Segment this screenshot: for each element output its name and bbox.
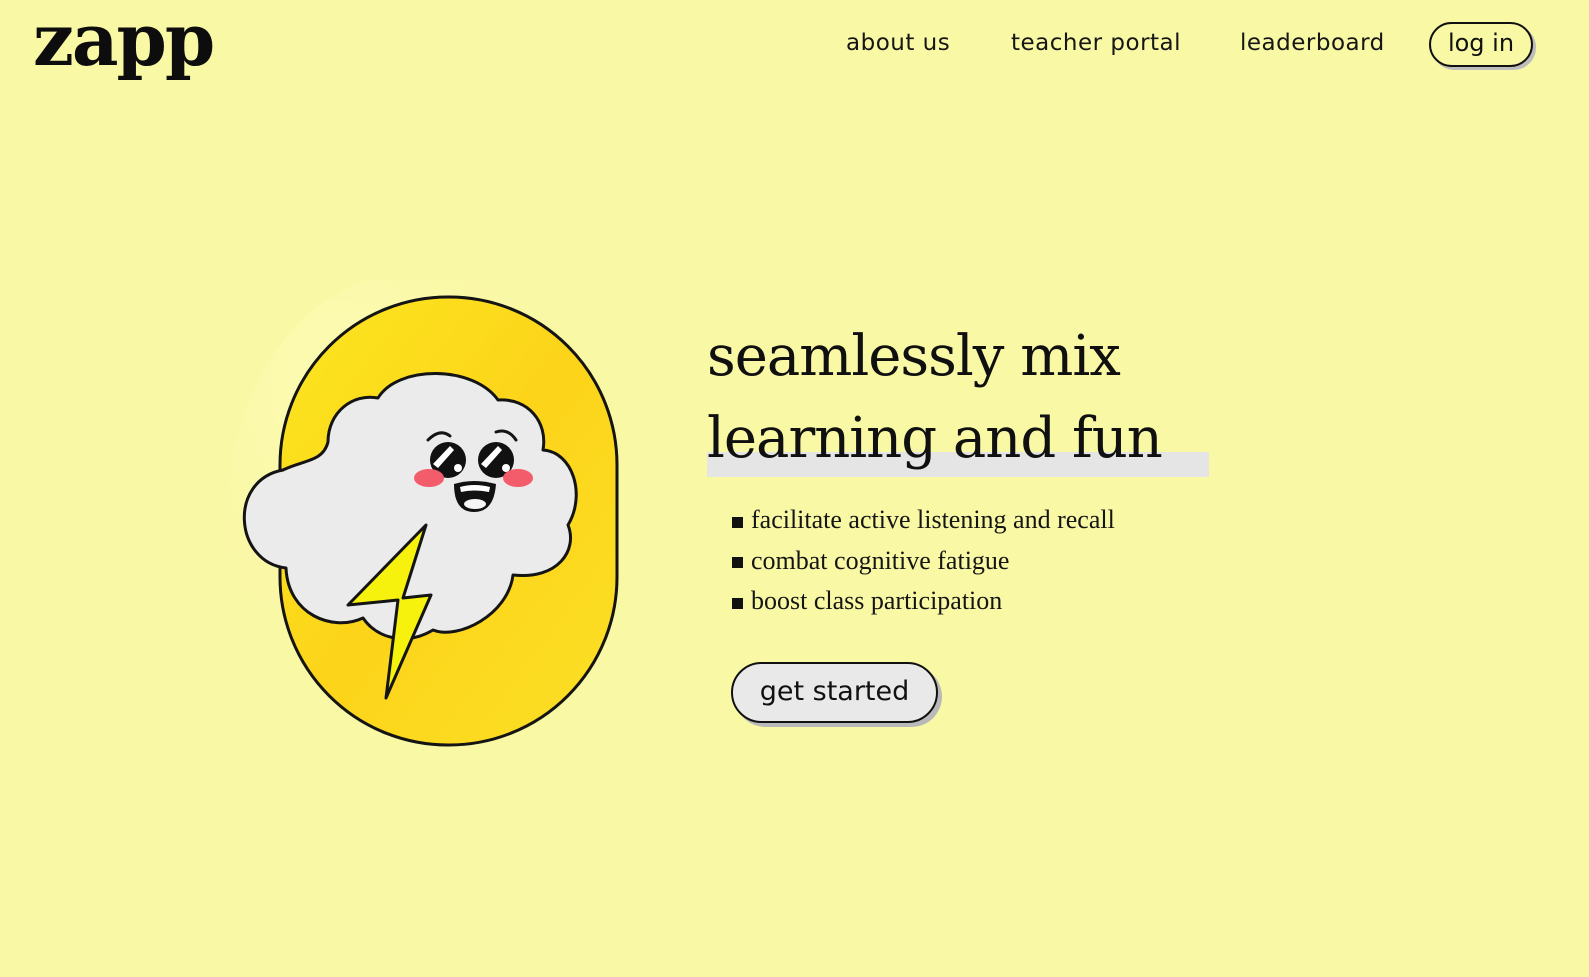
feature-text: combat cognitive fatigue	[751, 545, 1010, 575]
cloud-mascot-icon	[228, 270, 619, 750]
feature-item: facilitate active listening and recall	[732, 500, 1115, 541]
feature-text: boost class participation	[751, 586, 1003, 615]
bullet-square-icon	[732, 516, 743, 528]
right-eye-sparkle	[502, 464, 510, 472]
get-started-button[interactable]: get started	[731, 662, 938, 723]
hero-illustration	[228, 270, 638, 760]
feature-item: boost class participation	[732, 581, 1115, 622]
right-blush	[503, 469, 533, 487]
login-button[interactable]: log in	[1429, 22, 1533, 67]
top-nav: about us teacher portal leaderboard log …	[0, 0, 1589, 100]
feature-list: facilitate active listening and recall c…	[732, 500, 1115, 622]
left-blush	[414, 469, 444, 487]
bullet-square-icon	[732, 597, 743, 609]
bullet-square-icon	[732, 557, 743, 569]
feature-item: combat cognitive fatigue	[732, 541, 1115, 582]
nav-about-us[interactable]: about us	[846, 30, 950, 56]
feature-text: facilitate active listening and recall	[751, 505, 1115, 534]
hero-headline: seamlessly mix learning and fun	[707, 324, 1163, 471]
nav-teacher-portal[interactable]: teacher portal	[1011, 30, 1181, 56]
tongue	[464, 499, 486, 509]
left-eye-sparkle	[454, 464, 462, 472]
nav-leaderboard[interactable]: leaderboard	[1240, 30, 1385, 56]
